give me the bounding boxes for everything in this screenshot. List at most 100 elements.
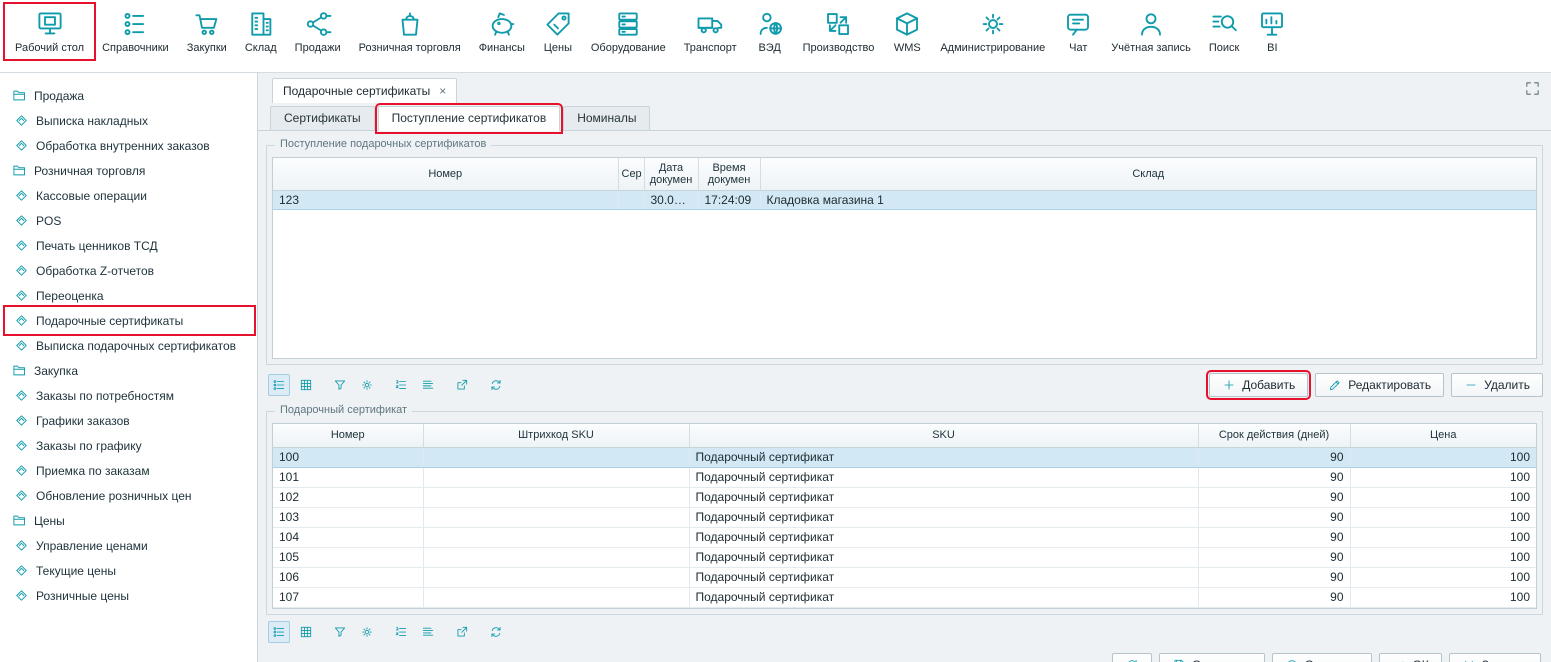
- sidebar-item[interactable]: Текущие цены: [6, 558, 253, 583]
- column-header[interactable]: Сер: [618, 158, 644, 190]
- toolbar-item-sales[interactable]: Продажи: [286, 5, 350, 58]
- toolbar-item-warehouse[interactable]: Склад: [236, 5, 286, 58]
- table-row[interactable]: 102Подарочный сертификат90100: [273, 487, 1536, 507]
- sidebar-item[interactable]: Выписка накладных: [6, 108, 253, 133]
- settings-icon[interactable]: [356, 374, 378, 396]
- ok-button[interactable]: ОК: [1379, 653, 1441, 662]
- sidebar-item[interactable]: Заказы по графику: [6, 433, 253, 458]
- tab-Поступление сертификатов[interactable]: Поступление сертификатов: [378, 106, 561, 131]
- sidebar-item[interactable]: POS: [6, 208, 253, 233]
- sidebar-item[interactable]: Розничные цены: [6, 583, 253, 608]
- toolbar-item-chat[interactable]: Чат: [1054, 5, 1102, 58]
- list-view-icon[interactable]: [268, 374, 290, 396]
- sidebar-item[interactable]: Графики заказов: [6, 408, 253, 433]
- tab-close-icon[interactable]: ×: [439, 86, 446, 96]
- sidebar-item[interactable]: Заказы по потребностям: [6, 383, 253, 408]
- table-row[interactable]: 106Подарочный сертификат90100: [273, 567, 1536, 587]
- row-list-icon[interactable]: [417, 374, 439, 396]
- retail-icon: [395, 9, 425, 39]
- table-row[interactable]: 105Подарочный сертификат90100: [273, 547, 1536, 567]
- button-label: Закрыть: [1482, 658, 1528, 662]
- sidebar-group-Продажа[interactable]: Продажа: [6, 83, 253, 108]
- export-icon[interactable]: [451, 621, 473, 643]
- column-header[interactable]: Штрихкод SKU: [423, 424, 689, 447]
- diamond-icon: [14, 388, 29, 403]
- sidebar-item[interactable]: Выписка подарочных сертификатов: [6, 333, 253, 358]
- save-button[interactable]: Сохранить: [1159, 653, 1265, 662]
- column-header[interactable]: SKU: [689, 424, 1198, 447]
- settings-icon[interactable]: [356, 621, 378, 643]
- column-header[interactable]: Цена: [1350, 424, 1536, 447]
- table-row[interactable]: 12330.07.2017:24:09Кладовка магазина 1: [273, 190, 1536, 209]
- numbered-list-icon[interactable]: [390, 374, 412, 396]
- sidebar-item[interactable]: Обновление розничных цен: [6, 483, 253, 508]
- header-row: НомерСерДата докуменВремя докуменСклад: [273, 158, 1536, 190]
- filter-icon[interactable]: [329, 374, 351, 396]
- close-icon: [1462, 658, 1476, 662]
- toolbar-item-purchases[interactable]: Закупки: [178, 5, 236, 58]
- refresh-button[interactable]: [1112, 653, 1152, 662]
- column-header[interactable]: Время докумен: [698, 158, 760, 190]
- sync-icon[interactable]: [485, 374, 507, 396]
- sidebar-group-Цены[interactable]: Цены: [6, 508, 253, 533]
- cell: 102: [273, 487, 423, 507]
- sidebar-item[interactable]: Приемка по заказам: [6, 458, 253, 483]
- toolbar-item-ved[interactable]: ВЭД: [746, 5, 794, 58]
- column-header[interactable]: Срок действия (дней): [1198, 424, 1350, 447]
- column-header[interactable]: Склад: [760, 158, 1536, 190]
- table-row[interactable]: 107Подарочный сертификат90100: [273, 587, 1536, 607]
- add-button[interactable]: Добавить: [1209, 373, 1308, 397]
- toolbar-item-wms[interactable]: WMS: [883, 5, 931, 58]
- sync-icon[interactable]: [485, 621, 507, 643]
- cancel-button[interactable]: Отменить: [1272, 653, 1373, 662]
- toolbar-item-bi[interactable]: BI: [1248, 5, 1296, 58]
- export-icon[interactable]: [451, 374, 473, 396]
- document-tab[interactable]: Подарочные сертификаты×: [272, 78, 457, 103]
- tab-Номиналы[interactable]: Номиналы: [563, 106, 650, 130]
- column-header[interactable]: Номер: [273, 158, 618, 190]
- toolbar-item-search[interactable]: Поиск: [1200, 5, 1248, 58]
- filter-icon[interactable]: [329, 621, 351, 643]
- delete-button[interactable]: Удалить: [1451, 373, 1543, 397]
- tab-Сертификаты[interactable]: Сертификаты: [270, 106, 375, 130]
- fullscreen-icon[interactable]: [1524, 80, 1541, 97]
- numbered-list-icon[interactable]: [390, 621, 412, 643]
- toolbar-item-production[interactable]: Производство: [794, 5, 884, 58]
- toolbar-item-finance[interactable]: Финансы: [470, 5, 534, 58]
- toolbar-item-directories[interactable]: Справочники: [93, 5, 178, 58]
- sidebar-group-Розничная торговля[interactable]: Розничная торговля: [6, 158, 253, 183]
- toolbar-item-label: BI: [1267, 42, 1277, 54]
- sidebar-item[interactable]: Обработка внутренних заказов: [6, 133, 253, 158]
- toolbar-item-equipment[interactable]: Оборудование: [582, 5, 675, 58]
- toolbar-item-administration[interactable]: Администрирование: [931, 5, 1054, 58]
- column-header[interactable]: Дата докумен: [644, 158, 698, 190]
- table-row[interactable]: 100Подарочный сертификат90100: [273, 447, 1536, 467]
- sidebar-group-Закупка[interactable]: Закупка: [6, 358, 253, 383]
- toolbar-item-desktop[interactable]: Рабочий стол: [6, 5, 93, 58]
- folder-icon: [12, 513, 27, 528]
- sidebar-item[interactable]: Подарочные сертификаты: [6, 308, 253, 333]
- sidebar-item[interactable]: Обработка Z-отчетов: [6, 258, 253, 283]
- toolbar-item-prices[interactable]: Цены: [534, 5, 582, 58]
- desktop-icon: [35, 9, 65, 39]
- cell: [423, 547, 689, 567]
- column-header[interactable]: Номер: [273, 424, 423, 447]
- sidebar-item[interactable]: Печать ценников ТСД: [6, 233, 253, 258]
- table-view-icon[interactable]: [295, 374, 317, 396]
- sidebar-group-label: Розничная торговля: [34, 164, 145, 178]
- table-row[interactable]: 104Подарочный сертификат90100: [273, 527, 1536, 547]
- table-view-icon[interactable]: [295, 621, 317, 643]
- cell: [423, 587, 689, 607]
- toolbar-item-account[interactable]: Учётная запись: [1102, 5, 1200, 58]
- edit-button[interactable]: Редактировать: [1315, 373, 1444, 397]
- close-button[interactable]: Закрыть: [1449, 653, 1541, 662]
- table-row[interactable]: 101Подарочный сертификат90100: [273, 467, 1536, 487]
- table-row[interactable]: 103Подарочный сертификат90100: [273, 507, 1536, 527]
- toolbar-item-retail[interactable]: Розничная торговля: [350, 5, 470, 58]
- toolbar-item-transport[interactable]: Транспорт: [675, 5, 746, 58]
- list-view-icon[interactable]: [268, 621, 290, 643]
- sidebar-item[interactable]: Переоценка: [6, 283, 253, 308]
- sidebar-item[interactable]: Кассовые операции: [6, 183, 253, 208]
- sidebar-item[interactable]: Управление ценами: [6, 533, 253, 558]
- row-list-icon[interactable]: [417, 621, 439, 643]
